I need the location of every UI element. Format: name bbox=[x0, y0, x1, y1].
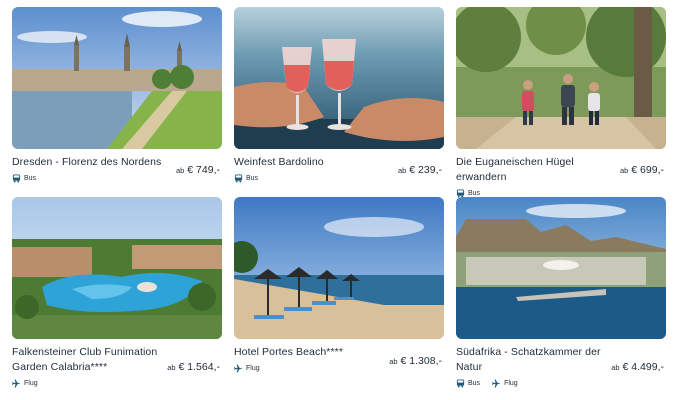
offer-image-falkensteiner[interactable] bbox=[12, 197, 222, 339]
offer-card-falkensteiner[interactable]: Falkensteiner Club Funimation Garden Cal… bbox=[12, 197, 222, 391]
plane-icon bbox=[492, 379, 501, 388]
offer-price: ab € 699,- bbox=[619, 164, 664, 176]
offer-image-euganeischen[interactable] bbox=[456, 7, 666, 149]
offer-card-dresden[interactable]: Dresden - Florenz des Nordens ab € 749,- … bbox=[12, 7, 222, 201]
transport-tag-flight: Flug bbox=[234, 364, 260, 373]
offer-title[interactable]: Hotel Portes Beach**** bbox=[234, 345, 384, 360]
transport-tag-flight: Flug bbox=[492, 379, 518, 388]
transport-tag-bus: Bus bbox=[234, 174, 258, 183]
plane-icon bbox=[234, 364, 243, 373]
offer-image-bardolino[interactable] bbox=[234, 7, 444, 149]
offer-card-euganeischen[interactable]: Die Euganeischen Hügel erwandern ab € 699… bbox=[456, 7, 666, 201]
offer-price: ab € 749,- bbox=[175, 164, 220, 176]
offer-title[interactable]: Falkensteiner Club Funimation Garden Cal… bbox=[12, 345, 162, 375]
offer-image-portes-beach[interactable] bbox=[234, 197, 444, 339]
offers-grid: Dresden - Florenz des Nordens ab € 749,- … bbox=[0, 0, 677, 400]
offer-title[interactable]: Dresden - Florenz des Nordens bbox=[12, 155, 162, 170]
transport-tag-bus: Bus bbox=[456, 379, 480, 388]
offer-price: ab € 239,- bbox=[397, 164, 442, 176]
offer-price: ab € 1.564,- bbox=[167, 361, 220, 373]
offer-image-suedafrika[interactable] bbox=[456, 197, 666, 339]
bus-icon bbox=[456, 379, 465, 388]
offer-title[interactable]: Die Euganeischen Hügel erwandern bbox=[456, 155, 626, 185]
offer-title[interactable]: Südafrika - Schatzkammer der Natur bbox=[456, 345, 606, 375]
offer-price: ab € 1.308,- bbox=[389, 355, 442, 367]
offer-card-bardolino[interactable]: Weinfest Bardolino ab € 239,- Bus bbox=[234, 7, 444, 201]
bus-icon bbox=[234, 174, 243, 183]
offer-card-portes-beach[interactable]: Hotel Portes Beach**** ab € 1.308,- Flug bbox=[234, 197, 444, 391]
transport-tag-bus: Bus bbox=[12, 174, 36, 183]
bus-icon bbox=[12, 174, 21, 183]
transport-tag-flight: Flug bbox=[12, 379, 38, 388]
offer-card-suedafrika[interactable]: Südafrika - Schatzkammer der Natur ab € 4… bbox=[456, 197, 666, 391]
offer-image-dresden[interactable] bbox=[12, 7, 222, 149]
offer-title[interactable]: Weinfest Bardolino bbox=[234, 155, 384, 170]
plane-icon bbox=[12, 379, 21, 388]
offer-price: ab € 4.499,- bbox=[611, 361, 664, 373]
